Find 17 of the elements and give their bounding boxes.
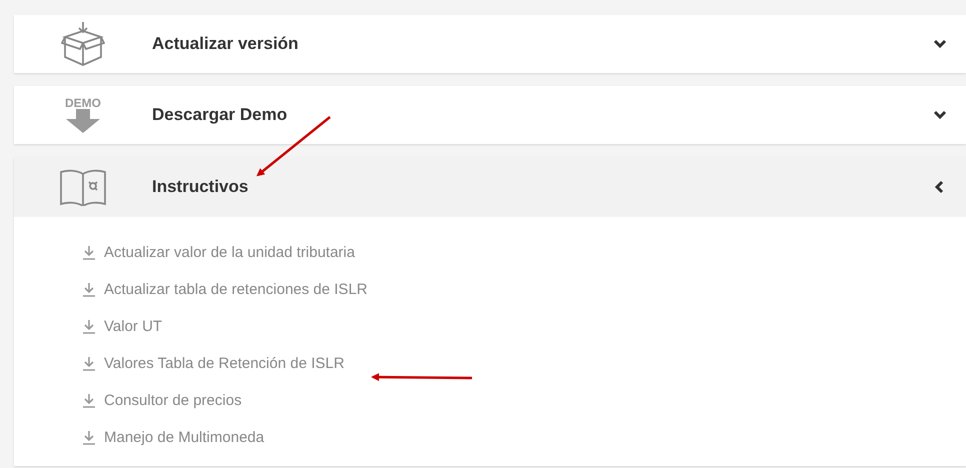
download-icon [82,356,96,372]
download-link[interactable]: Manejo de Multimoneda [104,429,264,446]
download-link[interactable]: Actualizar tabla de retenciones de ISLR [104,281,368,298]
download-icon [82,318,96,334]
download-icon [82,392,96,408]
download-link[interactable]: Actualizar valor de la unidad tributaria [104,244,355,261]
accordion-header[interactable]: DEMO Descargar Demo [14,86,966,144]
download-link[interactable]: Consultor de precios [104,392,242,409]
download-icon [82,244,96,260]
download-link[interactable]: Valores Tabla de Retención de ISLR [104,355,344,372]
book-icon [59,168,107,206]
download-link[interactable]: Valor UT [104,318,162,335]
box-icon [61,21,105,67]
accordion-header[interactable]: Actualizar versión [14,15,966,73]
download-icon [82,282,96,298]
download-icon [82,430,96,446]
accordion-header[interactable]: Instructivos [14,157,966,217]
